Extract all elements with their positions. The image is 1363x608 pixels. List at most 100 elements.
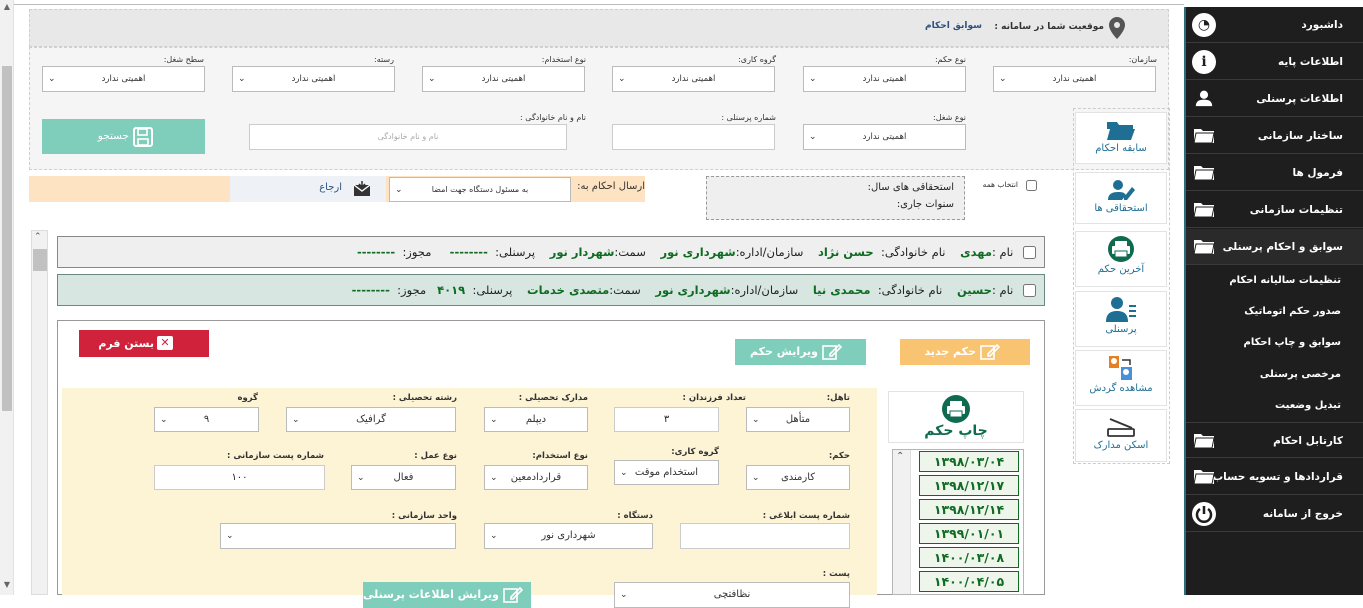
- list-scrollbar-thumb[interactable]: [33, 249, 47, 271]
- scroll-down-arrow-icon[interactable]: ▼: [1, 580, 13, 589]
- decree-date-item[interactable]: ۱۴۰۰/۰۴/۰۵: [919, 571, 1019, 592]
- decree-type-select[interactable]: ⌄ اهمیتی ندارد: [803, 66, 966, 92]
- sidebar-item-decree-cartable[interactable]: کارتابل احکام: [1186, 422, 1363, 458]
- permit-label: مجوز:: [397, 283, 427, 297]
- user-icon: [1195, 90, 1213, 107]
- close-form-button[interactable]: ✕ بستن فرم: [79, 330, 209, 357]
- tile-label: استحقاقی ها: [1094, 203, 1148, 214]
- education-select[interactable]: ⌄ دیپلم: [484, 407, 588, 432]
- job-type-select[interactable]: ⌄ اهمیتی ندارد: [803, 124, 966, 150]
- name-label: نام و نام خانوادگی :: [520, 113, 586, 122]
- decree-date-item[interactable]: ۱۳۹۸/۱۲/۱۷: [919, 475, 1019, 496]
- sidebar-item-contracts[interactable]: قراردادها و تسویه حساب: [1186, 459, 1363, 495]
- chevron-down-icon: ⌄: [752, 473, 760, 483]
- decree-date-item[interactable]: ۱۴۰۰/۰۳/۰۸: [919, 547, 1019, 568]
- personnel-tile[interactable]: پرسنلی: [1075, 291, 1167, 347]
- edit-personnel-label: ویرایش اطلاعات پرسنلی: [362, 588, 499, 601]
- printer-icon: [1108, 236, 1134, 262]
- folder-icon: [1193, 203, 1215, 218]
- current-years-label: سنوات جاری:: [896, 199, 954, 210]
- person-row[interactable]: نام :حسین نام خانوادگی: محمدی نیا سازمان…: [57, 274, 1045, 306]
- person-name: حسین: [956, 283, 992, 297]
- sidebar-item-org-structure[interactable]: ساختار سازمانی: [1186, 118, 1363, 154]
- sidebar-subitem[interactable]: تبدیل وضعیت: [1186, 390, 1363, 421]
- personnel-label: پرسنلی:: [472, 283, 513, 297]
- list-scrollbar[interactable]: ⌃: [31, 230, 48, 595]
- person-checkbox[interactable]: [1023, 246, 1036, 259]
- unit-select[interactable]: ⌄: [220, 523, 456, 549]
- sidebar-item-label: خروج از سامانه: [1262, 508, 1343, 520]
- edit-decree-button[interactable]: ویرایش حکم: [735, 339, 866, 365]
- employment-label: نوع استخدام:: [532, 451, 588, 461]
- dates-scrollbar[interactable]: ⌃: [893, 450, 911, 594]
- decree-history-tile[interactable]: سابقه احکام: [1075, 112, 1167, 164]
- select-value: گرافیک: [356, 414, 386, 425]
- scrollbar-thumb[interactable]: [2, 66, 12, 411]
- sidebar-subitem[interactable]: صدور حکم اتوماتیک: [1186, 296, 1363, 327]
- worktype-select[interactable]: ⌄ فعال: [351, 465, 456, 490]
- sidebar-item-dashboard[interactable]: ◔ داشبورد: [1186, 7, 1363, 43]
- marital-select[interactable]: ⌄ متأهل: [746, 407, 850, 432]
- job-level-select[interactable]: ⌄ اهمیتی ندارد: [42, 66, 205, 92]
- last-decree-tile[interactable]: آخرین حکم: [1075, 231, 1167, 287]
- decree-date-item[interactable]: ۱۳۹۹/۰۱/۰۱: [919, 523, 1019, 544]
- refer-button[interactable]: ارجاع: [314, 180, 374, 198]
- person-personnel: --------: [449, 245, 488, 259]
- sidebar-item-label: داشبورد: [1301, 19, 1343, 31]
- category-select[interactable]: ⌄ اهمیتی ندارد: [232, 66, 395, 92]
- sidebar-item-records[interactable]: سوابق و احکام پرسنلی: [1186, 229, 1363, 265]
- decree-select[interactable]: ⌄ کارمندی: [746, 465, 850, 490]
- org-select[interactable]: ⌄ اهمیتی ندارد: [993, 66, 1156, 92]
- new-label: حکم جدید: [924, 345, 976, 358]
- person-post: متصدی خدمات: [527, 283, 610, 297]
- decree-date-item[interactable]: ۱۳۹۸/۰۳/۰۴: [919, 451, 1019, 472]
- orgpost-input[interactable]: ۱۰۰: [154, 465, 325, 490]
- chevron-up-icon[interactable]: ⌃: [896, 451, 904, 462]
- personnel-no-input[interactable]: [612, 124, 775, 150]
- scan-documents-tile[interactable]: اسکن مدارک: [1075, 409, 1167, 462]
- post-select[interactable]: ⌄ نظافتچی: [614, 582, 850, 608]
- person-checkbox[interactable]: [1023, 284, 1036, 297]
- notify-input[interactable]: [680, 523, 850, 549]
- entitlements-tile[interactable]: استحقاقی ها: [1075, 172, 1167, 224]
- chevron-up-icon[interactable]: ⌃: [34, 232, 42, 242]
- job-type-label: نوع شغل:: [933, 113, 966, 122]
- workgroup-select[interactable]: ⌄ اهمیتی ندارد: [612, 66, 775, 92]
- name-input[interactable]: نام و نام خانوادگی: [249, 124, 567, 150]
- person-post: شهردار نور: [549, 245, 615, 259]
- field-select[interactable]: ⌄ گرافیک: [286, 407, 456, 432]
- employment-form-select[interactable]: ⌄ قراردادمعین: [484, 465, 588, 490]
- children-input[interactable]: ۳: [614, 407, 719, 432]
- new-decree-button[interactable]: حکم جدید: [900, 339, 1030, 365]
- scroll-up-arrow-icon[interactable]: ▲: [1, 2, 13, 11]
- filter-label: سطح شغل:: [163, 55, 204, 64]
- workgroup-form-select[interactable]: ⌄ استخدام موقت: [614, 460, 719, 485]
- sidebar-item-logout[interactable]: خروج از سامانه: [1186, 496, 1363, 532]
- sidebar-subitem[interactable]: تنظیمات سالیانه احکام: [1186, 265, 1363, 296]
- view-turnover-tile[interactable]: مشاهده گردش: [1075, 350, 1167, 406]
- sidebar-item-personnel-info[interactable]: اطلاعات پرسنلی: [1186, 81, 1363, 117]
- person-row[interactable]: نام :مهدی نام خانوادگی: حسن نژاد سازمان/…: [57, 236, 1045, 268]
- group-select[interactable]: ⌄ ۹: [154, 407, 259, 432]
- person-family: حسن نژاد: [817, 245, 874, 259]
- select-all-checkbox[interactable]: [1026, 180, 1037, 191]
- filter-label: نوع استخدام:: [541, 55, 586, 64]
- permit-label: مجوز:: [402, 245, 432, 259]
- send-to-select[interactable]: ⌄ به مسئول دستگاه جهت امضا: [389, 177, 571, 202]
- edit-personnel-button[interactable]: ویرایش اطلاعات پرسنلی: [363, 582, 531, 608]
- filter-label: گروه کاری:: [738, 55, 776, 64]
- decree-label: حکم:: [828, 451, 850, 461]
- search-button[interactable]: جستجو: [42, 119, 205, 154]
- sidebar-item-basic-info[interactable]: i اطلاعات پایه: [1186, 44, 1363, 80]
- sidebar-item-org-settings[interactable]: تنظیمات سازمانی: [1186, 192, 1363, 228]
- print-decree-button[interactable]: چاپ حکم: [888, 391, 1024, 443]
- sidebar-subitem[interactable]: مرخصی پرسنلی: [1186, 359, 1363, 390]
- sidebar-subitem[interactable]: سوابق و چاپ احکام: [1186, 327, 1363, 358]
- device-select[interactable]: ⌄ شهرداری نور: [484, 523, 653, 549]
- decree-date-item[interactable]: ۱۳۹۸/۱۲/۱۴: [919, 499, 1019, 520]
- employment-type-select[interactable]: ⌄ اهمیتی ندارد: [422, 66, 585, 92]
- sidebar-item-formulas[interactable]: فرمول ها: [1186, 155, 1363, 191]
- location-header: موقعیت شما در سامانه : سوابق احکام: [29, 9, 1169, 47]
- page-scrollbar[interactable]: ▲ ▼: [0, 0, 14, 595]
- org-label: سازمان/اداره:: [730, 283, 799, 297]
